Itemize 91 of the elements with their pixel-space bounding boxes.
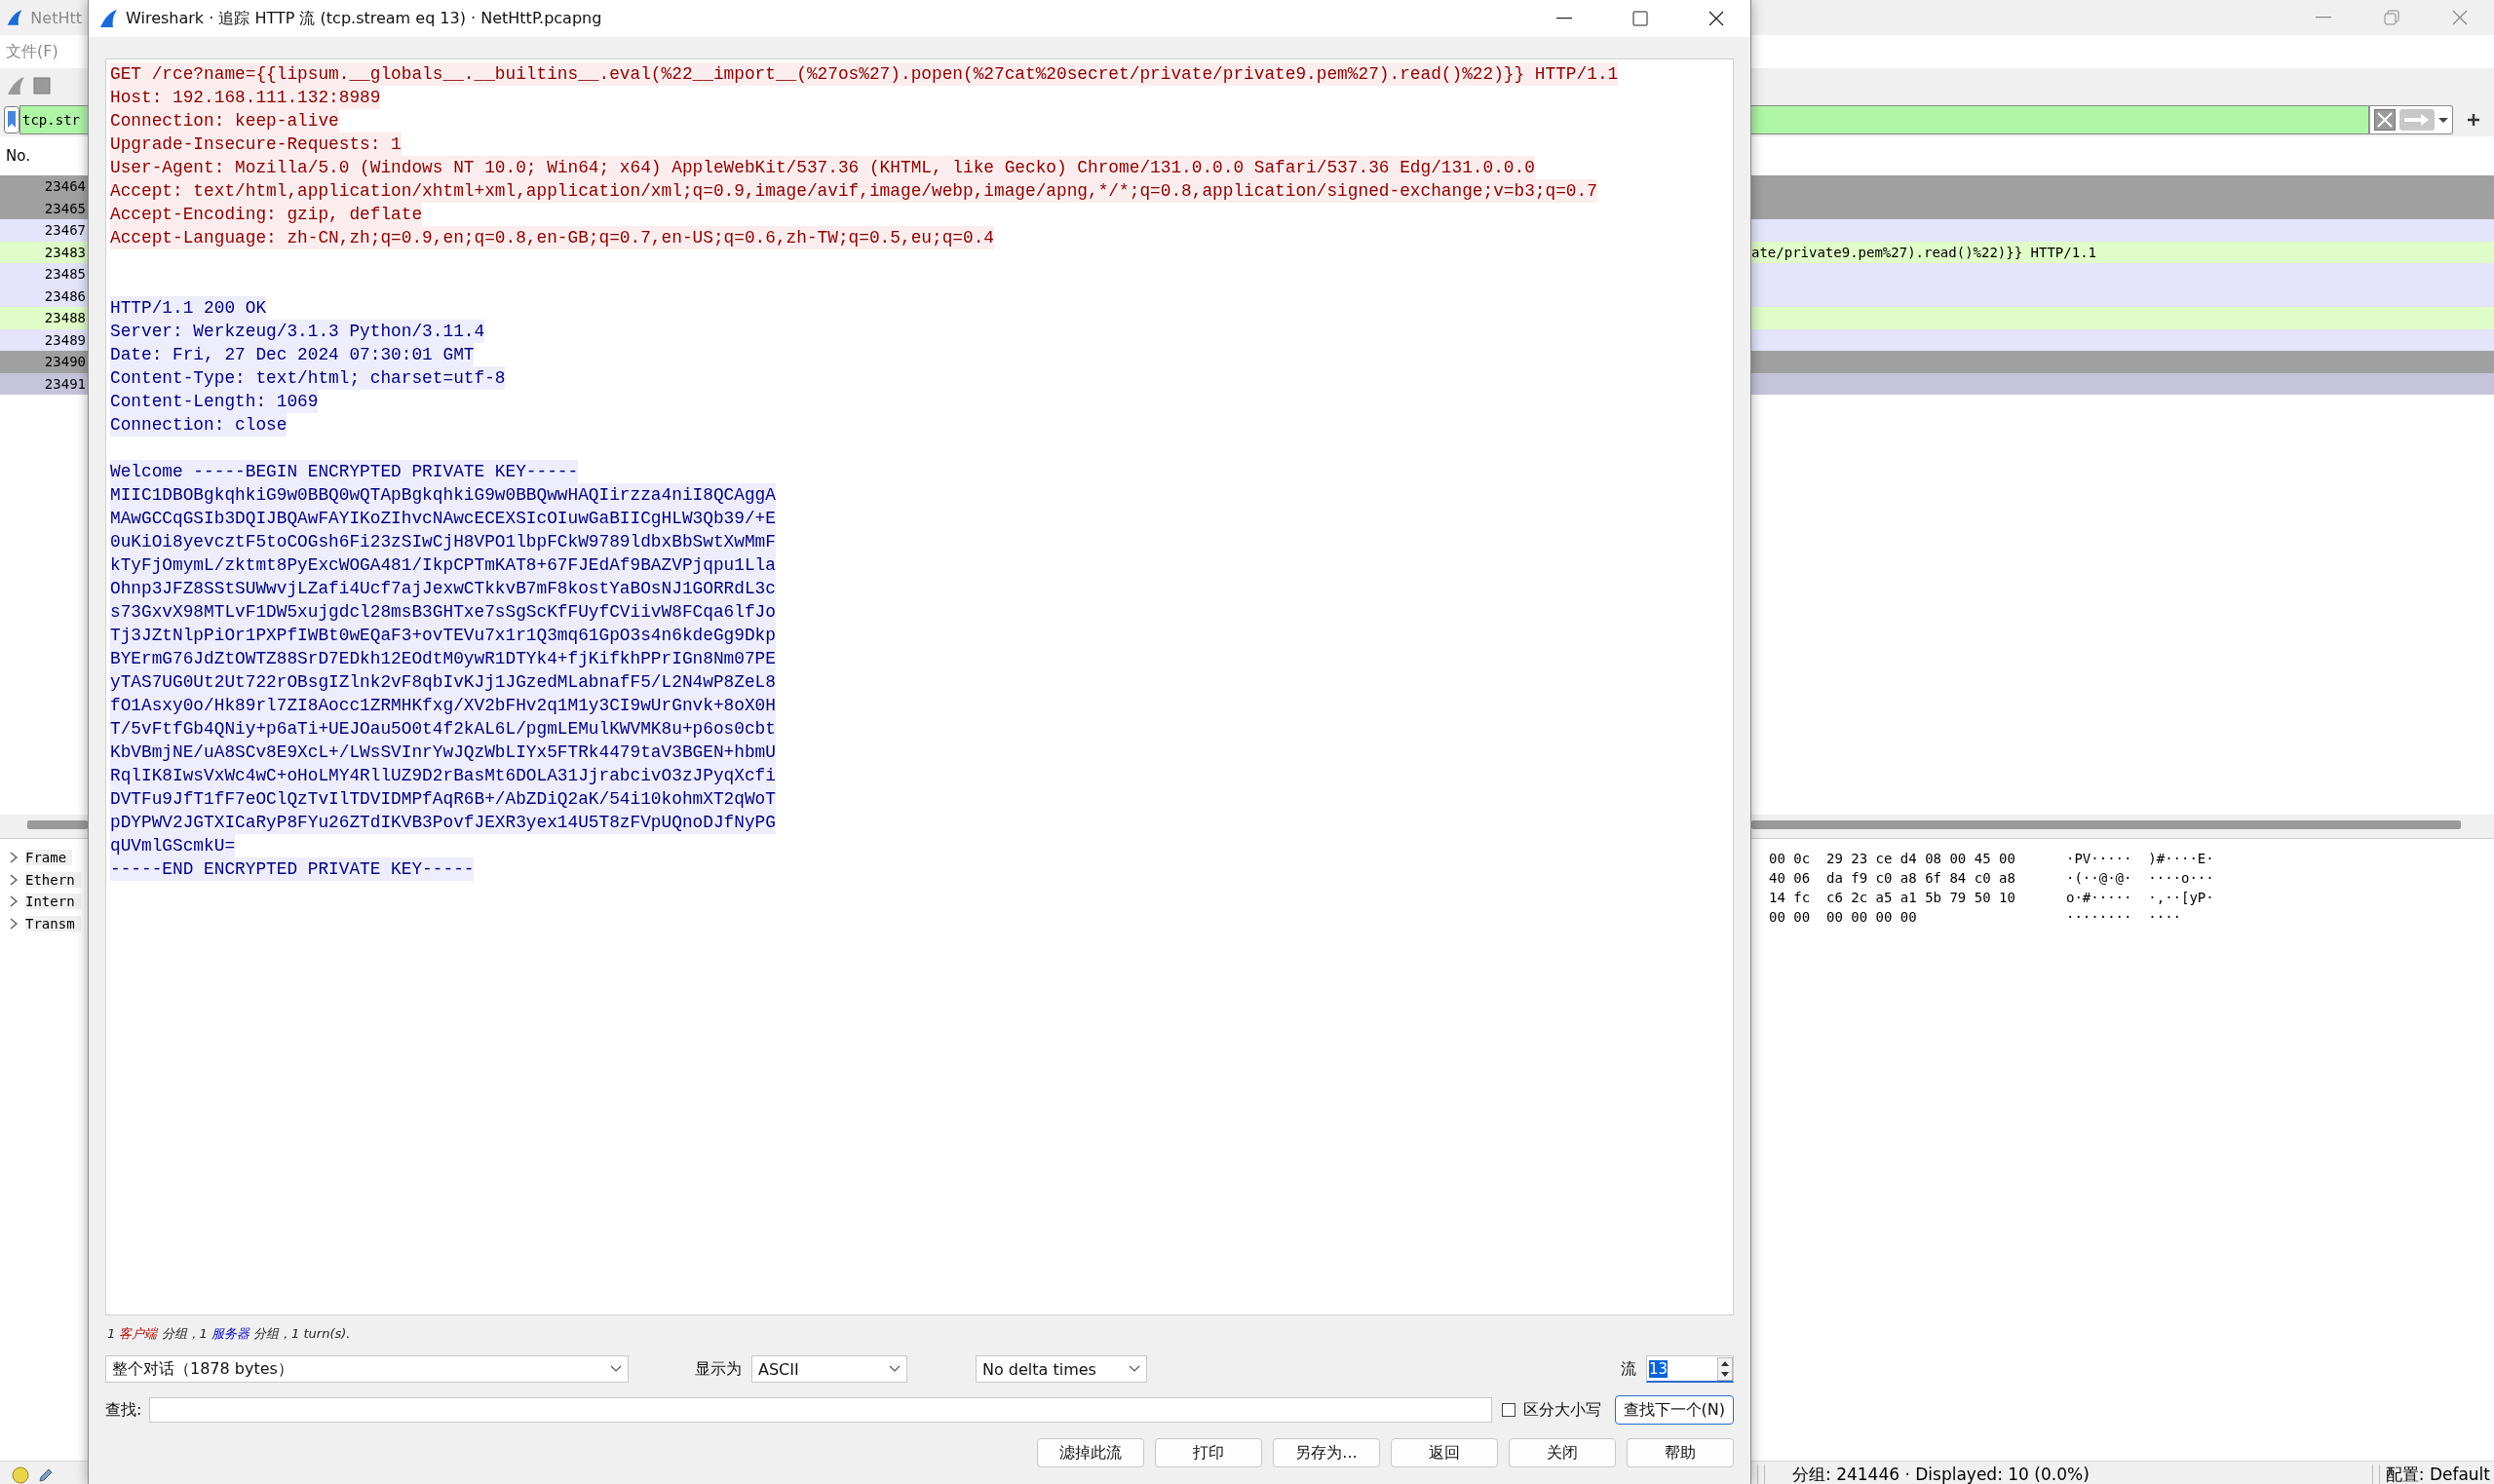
dialog-button[interactable]: 另存为... [1273,1438,1380,1467]
packet-number: 23490 [44,354,87,370]
case-sensitive-label[interactable]: 区分大小写 [1522,1399,1601,1421]
dialog-button[interactable]: 帮助 [1627,1438,1734,1467]
menu-item[interactable]: 文件(F) [6,41,58,62]
shark-fin-icon[interactable] [6,76,25,95]
bookmark-icon[interactable] [4,106,19,133]
hex-bytes: 40 06 da f9 c0 a8 6f 84 c0 a8 [1768,870,2016,886]
dialog-button[interactable]: 滤掉此流 [1037,1438,1144,1467]
packet-info: ate/private9.pem%27).read()%22)}} HTTP/1.1 [1751,244,2096,260]
caret-icon [889,1365,901,1373]
status-circle-icon[interactable] [12,1465,29,1484]
restore-icon [2384,10,2399,25]
packet-row[interactable]: ate/private9.pem%27).read()%22)}} HTTP/1.1 [1751,241,2494,263]
packet-row[interactable]: 23488 [0,307,88,329]
status-separator [2371,1464,2380,1484]
window-title: NetHtt [30,8,82,27]
chevron-icon[interactable] [10,873,18,886]
packet-row[interactable]: 23467 [0,219,88,242]
packet-row[interactable]: 23464 [0,175,88,198]
ascii-bytes: ·(··@·@· ····o··· [2066,870,2214,886]
display-filter-field[interactable] [1751,105,2369,134]
find-field[interactable] [149,1397,1492,1423]
packet-number: 23483 [44,244,87,260]
detail-item[interactable]: Ethern [25,871,81,888]
chevron-icon[interactable] [10,895,18,908]
packet-row[interactable]: 23490 [0,351,88,373]
plus-icon [2467,113,2480,127]
packet-number: 23489 [44,331,87,348]
stream-spinbox[interactable]: 13 [1646,1355,1734,1383]
minimize-icon [1556,18,1572,19]
hex-bytes: 00 0c 29 23 ce d4 08 00 45 00 [1768,851,2016,866]
caret-icon [1129,1365,1140,1373]
packet-number: 23464 [44,178,87,195]
chevron-icon[interactable] [10,917,18,930]
packet-row[interactable] [1751,372,2494,395]
spin-arrows-icon [1717,1356,1733,1381]
status-text: 分组: 241446 · Displayed: 10 (0.0%) [1791,1464,2091,1484]
stream-label: 流 [1621,1358,1636,1380]
display-filter-field[interactable]: tcp.str [19,105,88,134]
packet-number: 23465 [44,200,87,216]
case-sensitive-checkbox[interactable] [1501,1403,1516,1417]
stop-icon[interactable] [33,77,51,95]
packet-row[interactable]: 23483 [0,241,88,263]
filter-history-button[interactable] [2438,117,2448,123]
column-header[interactable]: No. [6,147,30,165]
caret-icon [610,1365,622,1373]
hex-bytes: 00 00 00 00 00 00 [1768,909,1918,925]
window-title: Wireshark · 追踪 HTTP 流 (tcp.stream eq 13) · NetHttP.pcapng [126,8,603,29]
caret-icon [2438,117,2448,123]
dialog-button[interactable]: 返回 [1391,1438,1498,1467]
show-as-dropdown[interactable]: ASCII [751,1355,907,1383]
clear-icon [2374,109,2396,131]
packet-number: 23486 [44,287,87,304]
packet-row[interactable]: 23489 [0,328,88,351]
minimize-icon [2316,17,2331,19]
dialog-button[interactable]: 打印 [1155,1438,1262,1467]
detail-item[interactable]: Frame [25,850,73,866]
scrollbar-thumb[interactable] [27,819,88,829]
clear-filter-button[interactable] [2374,109,2396,131]
ascii-bytes: o·#····· ·,··[yP· [2066,890,2214,905]
delta-times-dropdown[interactable]: No delta times [976,1355,1147,1383]
chevron-icon[interactable] [10,852,18,864]
shark-fin-icon [6,8,23,27]
packet-number: 23485 [44,266,87,283]
packet-row[interactable]: 23486 [0,285,88,307]
dialog-button[interactable]: 关闭 [1509,1438,1616,1467]
scrollbar-thumb[interactable] [1751,819,2461,829]
status-separator [1757,1464,1765,1484]
packet-number: 23467 [44,222,87,239]
find-label: 查找: [105,1399,142,1421]
find-next-button[interactable]: 查找下一个(N) [1614,1395,1734,1425]
conversation-dropdown[interactable]: 整个对话（1878 bytes） [105,1355,629,1383]
packet-number: 23491 [44,375,87,392]
ascii-bytes: ·PV····· )#····E· [2066,851,2214,866]
detail-item[interactable]: Transm [25,915,81,932]
close-icon [2452,10,2468,25]
detail-item[interactable]: Intern [25,894,81,910]
profile-text[interactable]: 配置: Default [2385,1464,2494,1484]
hex-bytes: 14 fc c6 2c a5 a1 5b 79 50 10 [1768,890,2016,905]
shark-fin-icon [98,9,118,28]
packet-number: 23488 [44,310,87,326]
packet-row[interactable]: 23485 [0,263,88,285]
add-filter-button[interactable] [2467,113,2480,127]
close-icon [1708,11,1724,26]
packet-row[interactable]: 23491 [0,372,88,395]
maximize-icon [1632,11,1648,26]
show-as-label: 显示为 [695,1358,742,1380]
stream-summary: 1 客户端 分组，1 服务器 分组，1 turn(s). [107,1325,352,1343]
packet-row[interactable]: 23465 [0,197,88,219]
ascii-bytes: ········ ···· [2066,909,2181,925]
